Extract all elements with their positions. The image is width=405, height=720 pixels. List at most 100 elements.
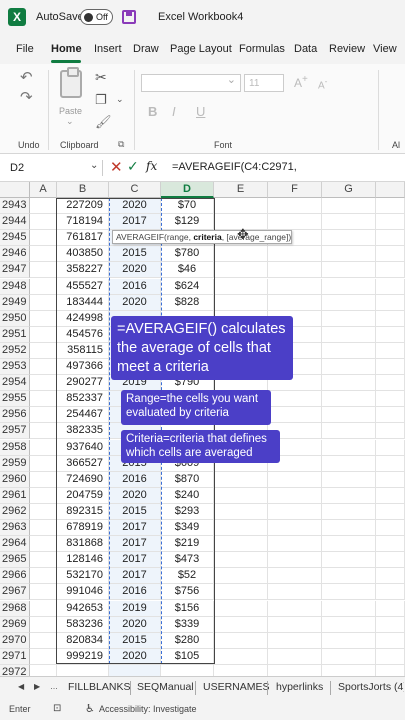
cell-e[interactable] — [214, 198, 268, 215]
cell-h[interactable] — [376, 375, 405, 392]
cell-a[interactable] — [30, 326, 57, 343]
increase-font-icon[interactable]: A+ — [294, 74, 308, 90]
cell-h[interactable] — [376, 439, 405, 456]
cell-g[interactable] — [322, 471, 376, 488]
cell-a[interactable] — [30, 230, 57, 247]
cell-b[interactable]: 366527 — [57, 455, 109, 472]
cell-c[interactable]: 2017 — [109, 520, 161, 537]
insert-function-icon[interactable]: fx — [146, 159, 157, 173]
cell-a[interactable] — [30, 294, 57, 311]
cell-a[interactable] — [30, 407, 57, 424]
cell-c[interactable]: 2015 — [109, 246, 161, 263]
cell-b[interactable]: 424998 — [57, 310, 109, 327]
row-header[interactable]: 2944 — [0, 214, 30, 231]
row-header[interactable]: 2966 — [0, 568, 30, 585]
cell-h[interactable] — [376, 391, 405, 408]
cell-h[interactable] — [376, 230, 405, 247]
cell-a[interactable] — [30, 246, 57, 263]
row-header[interactable]: 2964 — [0, 536, 30, 553]
undo-icon[interactable]: ↶ — [20, 68, 33, 86]
row-header[interactable]: 2950 — [0, 310, 30, 327]
cell-a[interactable] — [30, 262, 57, 279]
cell-g[interactable] — [322, 487, 376, 504]
cell-f[interactable] — [268, 471, 322, 488]
cell-c[interactable]: 2015 — [109, 632, 161, 649]
cell-e[interactable] — [214, 616, 268, 633]
cell-g[interactable] — [322, 294, 376, 311]
cell-b[interactable]: 128146 — [57, 552, 109, 569]
cell-h[interactable] — [376, 584, 405, 601]
cell-c[interactable]: 2016 — [109, 584, 161, 601]
cell-b[interactable]: 454576 — [57, 326, 109, 343]
column-header-d[interactable]: D — [161, 182, 214, 198]
cell-d[interactable]: $219 — [161, 536, 214, 553]
format-painter-icon[interactable]: 🖌 — [95, 114, 112, 130]
cell-b[interactable]: 678919 — [57, 520, 109, 537]
cell-g[interactable] — [322, 342, 376, 359]
cell-e[interactable] — [214, 584, 268, 601]
column-header-a[interactable]: A — [30, 182, 57, 198]
cell-e[interactable] — [214, 648, 268, 665]
cell-a[interactable] — [30, 278, 57, 295]
chevron-down-icon[interactable]: ⌄ — [66, 116, 74, 127]
cell-c[interactable]: 2020 — [109, 198, 161, 215]
cell-a[interactable] — [30, 359, 57, 376]
row-header[interactable]: 2947 — [0, 262, 30, 279]
italic-icon[interactable]: I — [172, 104, 176, 119]
cell-d[interactable]: $828 — [161, 294, 214, 311]
cell-c[interactable]: 2017 — [109, 568, 161, 585]
cell-a[interactable] — [30, 648, 57, 665]
cell-h[interactable] — [376, 407, 405, 424]
cell-b[interactable]: 991046 — [57, 584, 109, 601]
row-header[interactable]: 2952 — [0, 342, 30, 359]
cell-a[interactable] — [30, 632, 57, 649]
accessibility-icon[interactable]: ♿ — [85, 702, 95, 715]
cancel-icon[interactable]: ✕ — [110, 158, 123, 176]
cell-a[interactable] — [30, 568, 57, 585]
cell-b[interactable]: 999219 — [57, 648, 109, 665]
cell-a[interactable] — [30, 471, 57, 488]
accessibility-status[interactable]: Accessibility: Investigate — [99, 704, 197, 714]
cell-g[interactable] — [322, 246, 376, 263]
cell-h[interactable] — [376, 359, 405, 376]
row-header[interactable]: 2963 — [0, 520, 30, 537]
cell-d[interactable]: $339 — [161, 616, 214, 633]
cell-e[interactable] — [214, 536, 268, 553]
row-header[interactable]: 2971 — [0, 648, 30, 665]
cell-a[interactable] — [30, 439, 57, 456]
decrease-font-icon[interactable]: A- — [318, 76, 327, 91]
cell-g[interactable] — [322, 648, 376, 665]
name-box[interactable]: D2 — [4, 158, 90, 178]
cell-c[interactable]: 2020 — [109, 648, 161, 665]
cell-f[interactable] — [268, 520, 322, 537]
cell-c[interactable]: 2017 — [109, 552, 161, 569]
tab-review[interactable]: Review — [329, 43, 365, 55]
cell-a[interactable] — [30, 423, 57, 440]
cell-a[interactable] — [30, 214, 57, 231]
cell-e[interactable] — [214, 487, 268, 504]
cell-h[interactable] — [376, 262, 405, 279]
cell-e[interactable] — [214, 471, 268, 488]
cell-e[interactable] — [214, 568, 268, 585]
cell-c[interactable]: 2020 — [109, 294, 161, 311]
tab-draw[interactable]: Draw — [133, 43, 159, 55]
cell-b[interactable]: 820834 — [57, 632, 109, 649]
cell-h[interactable] — [376, 552, 405, 569]
cell-c[interactable]: 2016 — [109, 278, 161, 295]
cell-h[interactable] — [376, 568, 405, 585]
cell-g[interactable] — [322, 198, 376, 215]
cell-f[interactable] — [268, 198, 322, 215]
cell-f[interactable] — [268, 487, 322, 504]
cell-f[interactable] — [268, 648, 322, 665]
cell-f[interactable] — [268, 278, 322, 295]
cell-d[interactable]: $349 — [161, 520, 214, 537]
cell-h[interactable] — [376, 616, 405, 633]
cell-c[interactable]: 2020 — [109, 616, 161, 633]
cell-h[interactable] — [376, 487, 405, 504]
cell-h[interactable] — [376, 648, 405, 665]
row-header[interactable]: 2945 — [0, 230, 30, 247]
cell-h[interactable] — [376, 423, 405, 440]
cell-f[interactable] — [268, 568, 322, 585]
column-header-e[interactable]: E — [214, 182, 268, 198]
cell-d[interactable]: $240 — [161, 487, 214, 504]
